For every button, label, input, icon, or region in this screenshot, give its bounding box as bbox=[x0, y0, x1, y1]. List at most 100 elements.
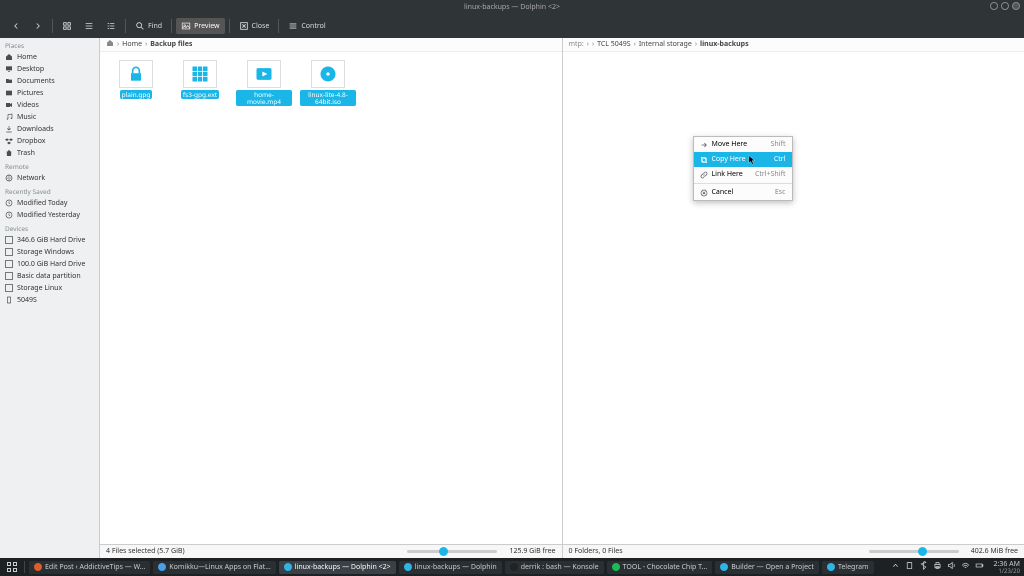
tray-network-icon[interactable] bbox=[961, 561, 970, 573]
sidebar-item-label: Dropbox bbox=[17, 137, 46, 146]
ctx-item-copy[interactable]: Copy HereCtrl bbox=[694, 152, 792, 167]
sidebar-item[interactable]: Dropbox bbox=[0, 135, 99, 147]
task-label: linux-backups — Dolphin bbox=[415, 563, 497, 572]
taskbar-task[interactable]: Builder — Open a Project bbox=[715, 561, 819, 574]
tray-volume-icon[interactable] bbox=[947, 561, 956, 573]
breadcrumb-right[interactable]: mtp:››TCL 5049S›Internal storage›linux-b… bbox=[563, 38, 1024, 52]
close-window-button[interactable] bbox=[1012, 2, 1020, 10]
window-title: linux-backups — Dolphin <2> bbox=[464, 3, 560, 12]
sidebar-item-label: Trash bbox=[17, 149, 35, 158]
sidebar-item[interactable]: Home bbox=[0, 51, 99, 63]
sidebar-item-label: 5049S bbox=[17, 296, 37, 305]
sidebar-item[interactable]: Desktop bbox=[0, 63, 99, 75]
taskbar-task[interactable]: TOOL - Chocolate Chip T… bbox=[607, 561, 713, 574]
forward-button[interactable] bbox=[28, 18, 48, 34]
clock[interactable]: 2:36 AM 1/23/20 bbox=[993, 561, 1020, 574]
breadcrumb-segment[interactable]: Internal storage bbox=[639, 40, 692, 49]
task-label: derrik : bash — Konsole bbox=[521, 563, 599, 572]
ctx-item-link[interactable]: Link HereCtrl+Shift bbox=[694, 167, 792, 182]
file-item[interactable]: linux-lite-4.8-64bit.iso bbox=[300, 60, 356, 106]
file-grid-left[interactable]: plain.gpg fs3-gpg.exthome-movie.mp4 linux-… bbox=[100, 52, 562, 544]
toolbar: Find Preview Close Control bbox=[0, 14, 1024, 38]
taskbar-task[interactable]: Edit Post ‹ AddictiveTips — W… bbox=[29, 561, 150, 574]
close-split-button[interactable]: Close bbox=[234, 18, 275, 34]
back-button[interactable] bbox=[6, 18, 26, 34]
sidebar-item[interactable]: Basic data partition bbox=[0, 270, 99, 282]
file-item[interactable]: fs3-gpg.ext bbox=[172, 60, 228, 106]
taskbar-task[interactable]: derrik : bash — Konsole bbox=[505, 561, 604, 574]
sidebar-item-label: Home bbox=[17, 53, 37, 62]
breadcrumb-segment[interactable]: linux-backups bbox=[700, 40, 749, 49]
taskbar-task[interactable]: Komikku—Linux Apps on Flat… bbox=[153, 561, 275, 574]
status-text: 0 Folders, 0 Files bbox=[569, 547, 623, 556]
sidebar-item-label: Music bbox=[17, 113, 36, 122]
file-label: linux-lite-4.8-64bit.iso bbox=[300, 90, 356, 106]
mouse-cursor-icon bbox=[748, 148, 756, 158]
file-item[interactable]: plain.gpg bbox=[108, 60, 164, 106]
task-app-icon bbox=[612, 563, 620, 571]
taskbar-task[interactable]: linux-backups — Dolphin bbox=[399, 561, 502, 574]
tray-up-icon[interactable] bbox=[891, 561, 900, 573]
sidebar-item[interactable]: 100.0 GiB Hard Drive bbox=[0, 258, 99, 270]
sidebar-item[interactable]: 346.6 GiB Hard Drive bbox=[0, 234, 99, 246]
zoom-slider[interactable] bbox=[869, 550, 959, 553]
sidebar-item[interactable]: 5049S bbox=[0, 294, 99, 306]
sidebar-item[interactable]: Pictures bbox=[0, 87, 99, 99]
ctx-item-move[interactable]: Move HereShift bbox=[694, 137, 792, 152]
sidebar-section-title: Remote bbox=[0, 159, 99, 172]
file-grid-right[interactable]: Move HereShiftCopy HereCtrlLink HereCtrl… bbox=[563, 52, 1024, 544]
sidebar-item-label: Storage Windows bbox=[17, 248, 74, 257]
sidebar-section-title: Places bbox=[0, 38, 99, 51]
sidebar-item[interactable]: Downloads bbox=[0, 123, 99, 135]
taskbar-task[interactable]: Telegram bbox=[822, 561, 874, 574]
control-menu-button[interactable]: Control bbox=[283, 18, 330, 34]
task-label: linux-backups — Dolphin <2> bbox=[295, 563, 391, 572]
sidebar-item-label: Storage Linux bbox=[17, 284, 62, 293]
breadcrumb-segment[interactable]: Backup files bbox=[150, 40, 192, 49]
file-thumb bbox=[183, 60, 217, 88]
statusbar-left: 4 Files selected (5.7 GiB) 125.9 GiB fre… bbox=[100, 544, 562, 558]
task-app-icon bbox=[404, 563, 412, 571]
sidebar-item[interactable]: Music bbox=[0, 111, 99, 123]
task-label: TOOL - Chocolate Chip T… bbox=[623, 563, 708, 572]
tray-printer-icon[interactable] bbox=[933, 561, 942, 573]
sidebar-item-label: Basic data partition bbox=[17, 272, 81, 281]
task-app-icon bbox=[284, 563, 292, 571]
ctx-shortcut: Ctrl bbox=[774, 155, 786, 164]
ctx-shortcut: Shift bbox=[771, 140, 786, 149]
sidebar-item[interactable]: Modified Today bbox=[0, 197, 99, 209]
system-tray: 2:36 AM 1/23/20 bbox=[891, 561, 1020, 574]
icons-view-button[interactable] bbox=[57, 18, 77, 34]
breadcrumb-segment[interactable]: TCL 5049S bbox=[597, 40, 631, 49]
compact-view-button[interactable] bbox=[79, 18, 99, 34]
minimize-button[interactable] bbox=[990, 2, 998, 10]
tray-clipboard-icon[interactable] bbox=[905, 561, 914, 573]
sidebar-item[interactable]: Documents bbox=[0, 75, 99, 87]
breadcrumb-home-icon[interactable] bbox=[106, 39, 114, 50]
ctx-shortcut: Esc bbox=[775, 188, 786, 197]
file-label: plain.gpg bbox=[120, 90, 153, 99]
task-label: Komikku—Linux Apps on Flat… bbox=[169, 563, 270, 572]
zoom-slider[interactable] bbox=[407, 550, 497, 553]
sidebar-item[interactable]: Trash bbox=[0, 147, 99, 159]
sidebar-item[interactable]: Storage Linux bbox=[0, 282, 99, 294]
tray-bluetooth-icon[interactable] bbox=[919, 561, 928, 573]
ctx-item-cancel[interactable]: CancelEsc bbox=[694, 185, 792, 200]
taskbar-task[interactable]: linux-backups — Dolphin <2> bbox=[279, 561, 396, 574]
sidebar-item[interactable]: Storage Windows bbox=[0, 246, 99, 258]
breadcrumb-left[interactable]: ›Home›Backup files bbox=[100, 38, 562, 52]
find-button[interactable]: Find bbox=[130, 18, 167, 34]
maximize-button[interactable] bbox=[1001, 2, 1009, 10]
sidebar-item[interactable]: Network bbox=[0, 172, 99, 184]
tray-battery-icon[interactable] bbox=[975, 561, 984, 573]
sidebar-item[interactable]: Videos bbox=[0, 99, 99, 111]
task-app-icon bbox=[158, 563, 166, 571]
file-item[interactable]: home-movie.mp4 bbox=[236, 60, 292, 106]
preview-button[interactable]: Preview bbox=[176, 18, 224, 34]
drop-context-menu: Move HereShiftCopy HereCtrlLink HereCtrl… bbox=[693, 136, 793, 201]
sidebar-item[interactable]: Modified Yesterday bbox=[0, 209, 99, 221]
breadcrumb-segment[interactable]: Home bbox=[122, 40, 142, 49]
free-space: 402.6 MiB free bbox=[971, 547, 1018, 556]
details-view-button[interactable] bbox=[101, 18, 121, 34]
app-launcher-button[interactable] bbox=[4, 560, 20, 574]
